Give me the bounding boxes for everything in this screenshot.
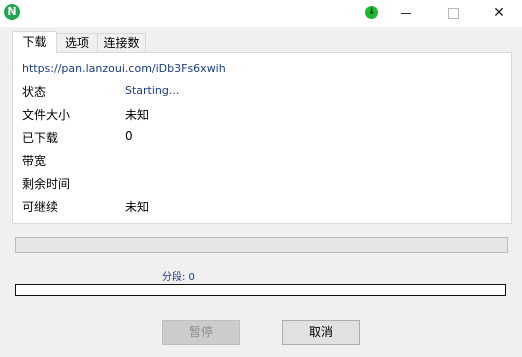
segments-count: 分段: 0 (162, 272, 195, 283)
close-icon: ✕ (493, 5, 505, 21)
downloaded-value: 0 (125, 129, 133, 143)
resumable-value: 未知 (125, 200, 150, 214)
time-left-label: 剩余时间 (22, 177, 71, 191)
download-info-panel: https://pan.lanzoui.com/iDb3Fs6xwih 状态 S… (12, 52, 512, 224)
minimize-icon (401, 13, 411, 14)
cancel-button[interactable]: 取消 (282, 320, 360, 345)
download-status-icon[interactable]: ↓ (365, 6, 378, 19)
app-logo-icon: N (4, 4, 20, 20)
download-progress-bar (15, 237, 508, 253)
segments-progress-bar (15, 284, 506, 296)
tab-download[interactable]: 下载 (12, 31, 57, 53)
tab-options[interactable]: 选项 (56, 33, 98, 52)
download-url: https://pan.lanzoui.com/iDb3Fs6xwih (22, 62, 226, 75)
minimize-button[interactable] (383, 0, 429, 27)
bandwidth-label: 带宽 (22, 154, 47, 168)
resumable-label: 可继续 (22, 200, 59, 214)
close-button[interactable]: ✕ (476, 0, 522, 27)
file-size-value: 未知 (125, 108, 150, 122)
pause-button[interactable]: 暂停 (162, 320, 240, 345)
downloaded-label: 已下载 (22, 131, 59, 145)
status-value: Starting... (125, 84, 180, 97)
title-bar: N ↓ ✕ (0, 0, 522, 27)
file-size-label: 文件大小 (22, 108, 71, 122)
maximize-button[interactable] (430, 0, 476, 27)
status-label: 状态 (22, 85, 47, 99)
tab-connections[interactable]: 连接数 (97, 33, 146, 52)
maximize-icon (448, 8, 459, 19)
